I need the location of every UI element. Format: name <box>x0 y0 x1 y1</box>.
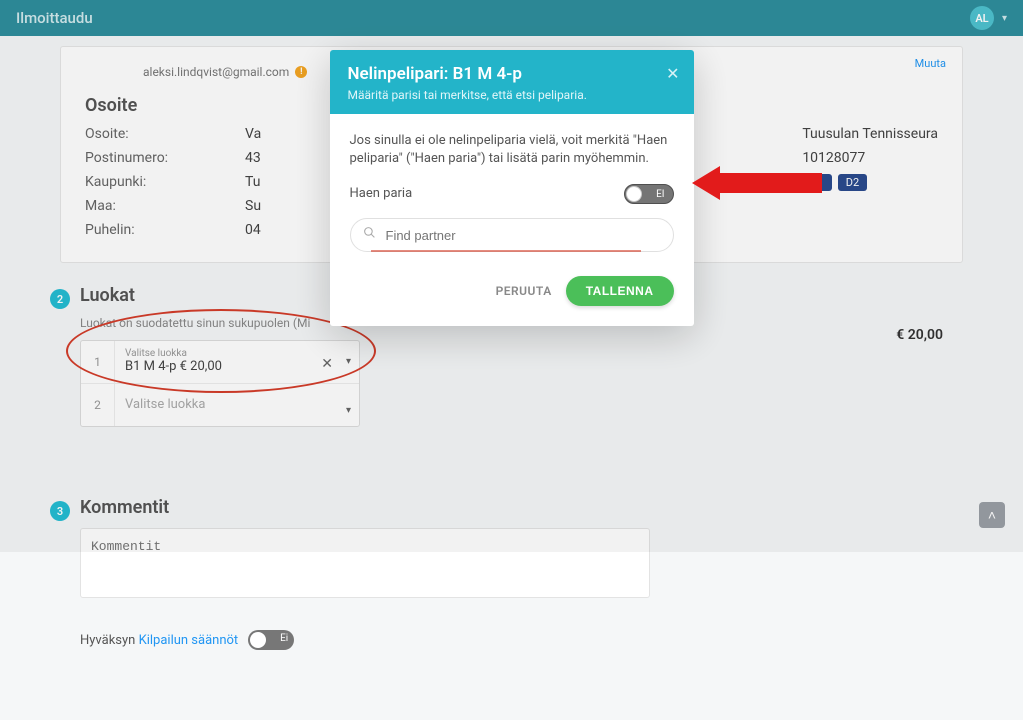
accept-prefix: Hyväksyn <box>80 633 139 648</box>
toggle-knob <box>250 632 266 648</box>
toggle-state-label: EI <box>656 188 664 202</box>
search-underline <box>371 250 641 252</box>
toggle-knob <box>626 186 642 202</box>
looking-for-partner-toggle[interactable]: EI <box>624 184 674 204</box>
accept-row: Hyväksyn Kilpailun säännöt Ei <box>80 630 943 650</box>
search-icon <box>363 226 376 245</box>
partner-modal: Nelinpelipari: B1 M 4-p Määritä parisi t… <box>330 50 694 326</box>
partner-search[interactable] <box>350 218 674 252</box>
accept-text: Hyväksyn Kilpailun säännöt <box>80 633 238 648</box>
modal-title: Nelinpelipari: B1 M 4-p <box>348 64 676 84</box>
modal-header: Nelinpelipari: B1 M 4-p Määritä parisi t… <box>330 50 694 114</box>
modal-actions: PERUUTA TALLENNA <box>330 262 694 326</box>
cancel-button[interactable]: PERUUTA <box>496 284 552 298</box>
modal-backdrop: Nelinpelipari: B1 M 4-p Määritä parisi t… <box>0 0 1023 552</box>
close-icon[interactable]: ✕ <box>666 64 679 83</box>
toggle-label: Ei <box>280 633 288 644</box>
modal-subtitle: Määritä parisi tai merkitse, että etsi p… <box>348 88 676 102</box>
rules-link[interactable]: Kilpailun säännöt <box>139 633 239 648</box>
save-button[interactable]: TALLENNA <box>566 276 674 306</box>
modal-body-text: Jos sinulla ei ole nelinpeliparia vielä,… <box>350 132 674 168</box>
looking-for-partner-label: Haen paria <box>350 185 413 203</box>
annotation-arrow <box>692 166 822 200</box>
partner-search-input[interactable] <box>386 228 661 243</box>
looking-for-partner-row: Haen paria EI <box>350 184 674 204</box>
accept-toggle[interactable]: Ei <box>248 630 294 650</box>
modal-body: Jos sinulla ei ole nelinpeliparia vielä,… <box>330 114 694 262</box>
